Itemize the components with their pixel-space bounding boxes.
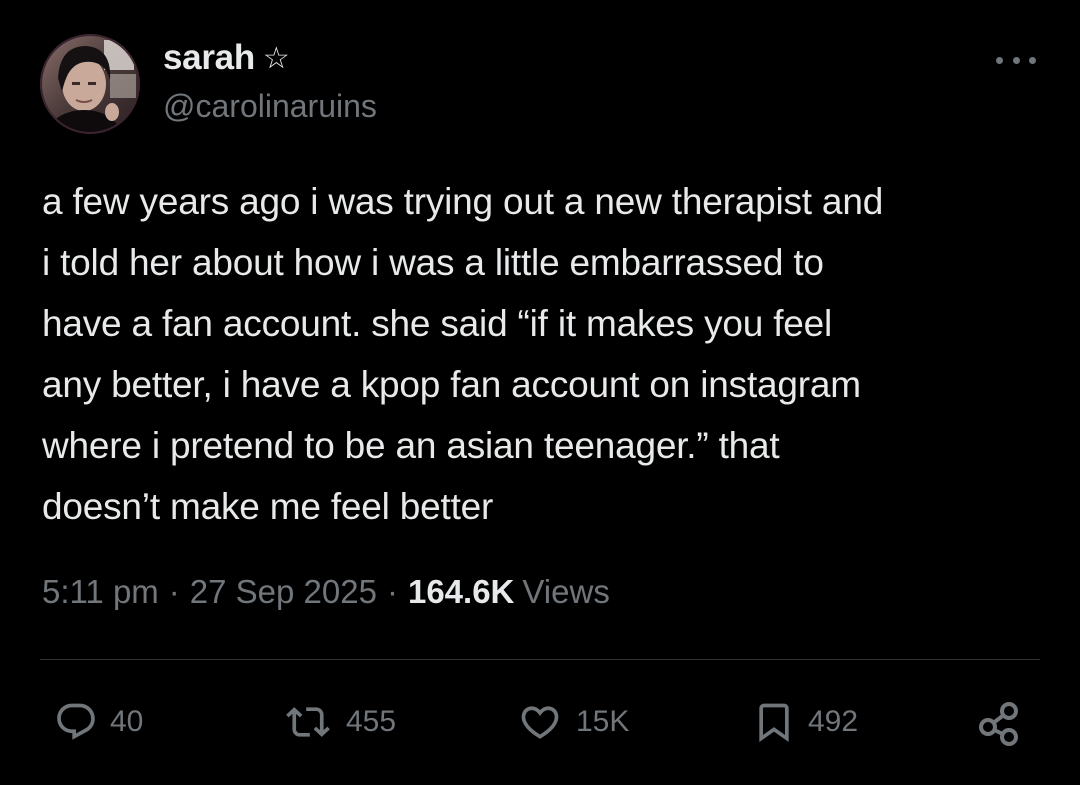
star-icon: ☆ <box>262 42 290 75</box>
avatar[interactable] <box>40 34 140 134</box>
name-row: sarah ☆ <box>163 38 290 78</box>
action-bar: 40 455 15K 492 <box>0 697 1080 747</box>
share-button[interactable] <box>974 697 1024 747</box>
dot <box>1029 56 1036 64</box>
display-name[interactable]: sarah <box>163 38 255 78</box>
tweet-date[interactable]: 27 Sep 2025 <box>190 573 377 611</box>
tweet-meta: 5:11 pm · 27 Sep 2025 · 164.6K Views <box>42 573 610 611</box>
bookmark-button[interactable]: 492 <box>752 697 858 747</box>
tweet-time[interactable]: 5:11 pm <box>42 573 159 611</box>
views-label: Views <box>522 573 610 610</box>
share-icon <box>979 702 1018 746</box>
dot <box>996 56 1003 64</box>
avatar-image <box>40 34 140 134</box>
views-count[interactable]: 164.6K <box>408 573 514 611</box>
retweet-icon <box>286 707 330 737</box>
retweet-count: 455 <box>346 705 397 738</box>
more-options-icon[interactable] <box>996 48 1036 72</box>
reply-icon <box>57 703 95 740</box>
tweet-text: a few years ago i was trying out a new t… <box>42 181 884 527</box>
divider <box>40 659 1040 660</box>
bookmark-count: 492 <box>808 705 859 738</box>
bookmark-icon <box>759 703 789 743</box>
meta-separator: · <box>386 573 398 610</box>
tweet: sarah ☆ @carolinaruins a few years ago i… <box>0 0 1080 785</box>
retweet-button[interactable]: 455 <box>282 697 396 747</box>
heart-icon <box>521 706 559 739</box>
user-handle[interactable]: @carolinaruins <box>163 88 377 125</box>
reply-button[interactable]: 40 <box>54 697 143 747</box>
like-count: 15K <box>576 705 630 738</box>
meta-separator: · <box>168 573 180 610</box>
dot <box>1012 56 1020 64</box>
like-button[interactable]: 15K <box>516 697 629 747</box>
reply-count: 40 <box>110 705 144 738</box>
